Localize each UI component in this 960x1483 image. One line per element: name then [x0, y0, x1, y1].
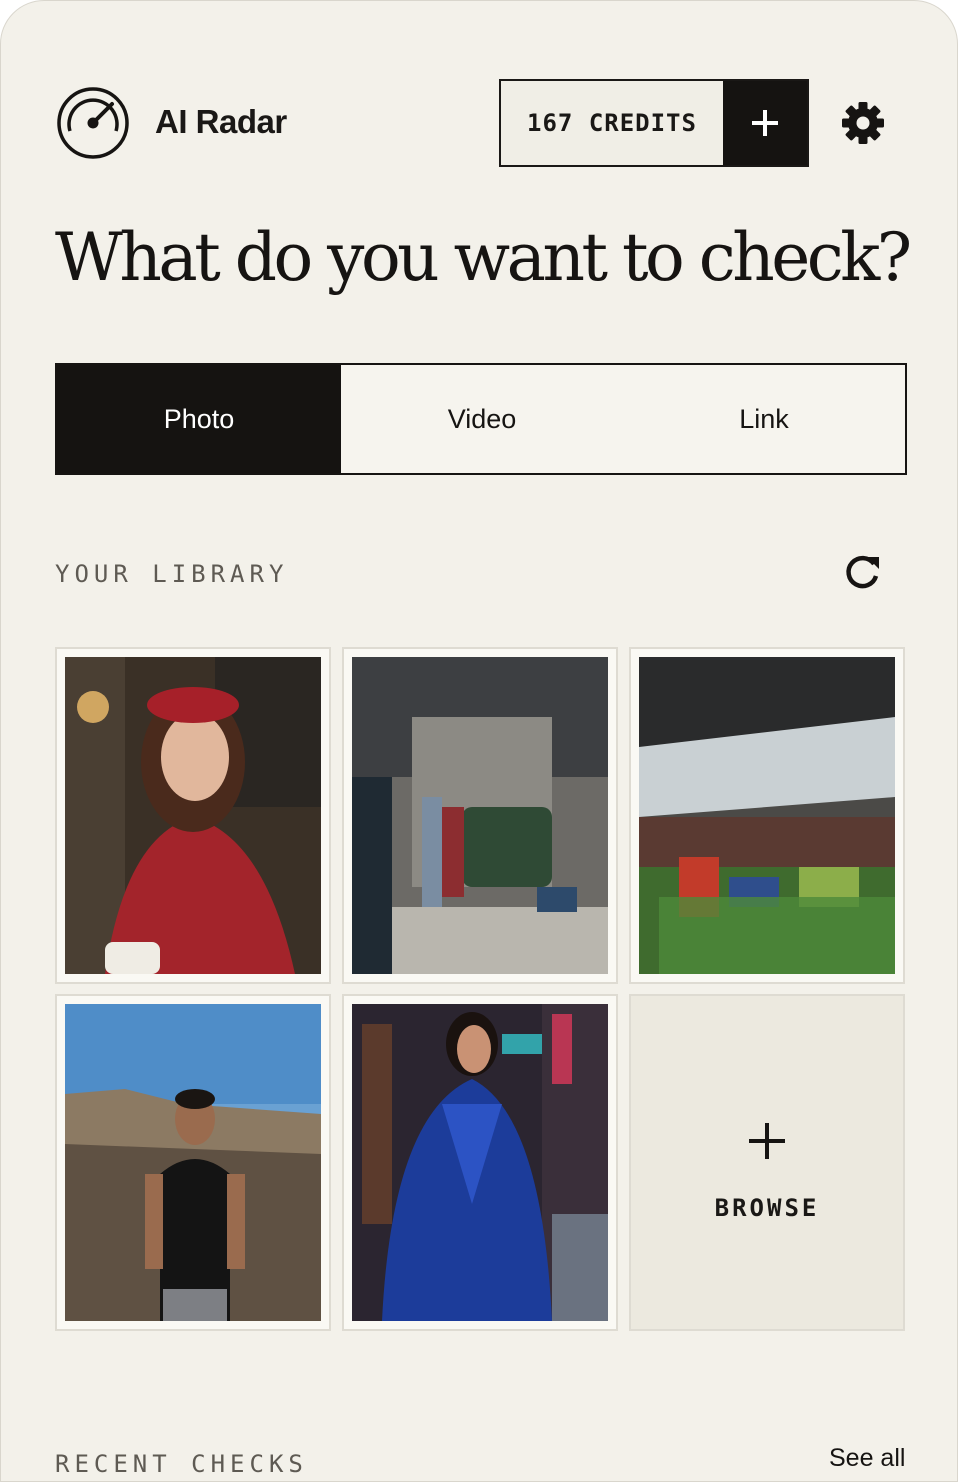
- tab-link[interactable]: Link: [623, 365, 905, 473]
- photo-woman-red-beret: [65, 657, 321, 974]
- media-type-tabs: Photo Video Link: [55, 363, 907, 475]
- tab-video[interactable]: Video: [341, 365, 623, 473]
- photo-covered-market: [639, 657, 895, 974]
- see-all-link[interactable]: See all: [829, 1444, 905, 1473]
- gear-icon: [842, 102, 884, 144]
- tab-photo[interactable]: Photo: [57, 365, 341, 473]
- credits-control: 167 CREDITS: [499, 79, 809, 167]
- add-credits-button[interactable]: [723, 81, 807, 165]
- refresh-button[interactable]: [843, 552, 883, 592]
- library-photo-tile[interactable]: [342, 647, 618, 984]
- settings-button[interactable]: [839, 99, 887, 147]
- photo-man-on-rocks: [65, 1004, 321, 1321]
- library-photo-tile[interactable]: [342, 994, 618, 1331]
- library-photo-tile[interactable]: [55, 994, 331, 1331]
- photo-street-storefront: [352, 657, 608, 974]
- library-photo-tile[interactable]: [55, 647, 331, 984]
- radar-gauge-icon: [56, 86, 130, 160]
- recent-section-label: RECENT CHECKS: [55, 1450, 308, 1478]
- credits-balance[interactable]: 167 CREDITS: [501, 81, 723, 165]
- app-screen: AI Radar 167 CREDITS What do you want to…: [0, 0, 958, 1482]
- plus-icon: [749, 1122, 785, 1159]
- plus-icon: [752, 110, 778, 136]
- app-title: AI Radar: [155, 103, 287, 140]
- refresh-icon: [846, 555, 879, 589]
- photo-woman-blue-coat: [352, 1004, 608, 1321]
- page-headline: What do you want to check?: [55, 219, 912, 296]
- browse-label: BROWSE: [714, 1193, 820, 1222]
- library-photo-tile[interactable]: [629, 647, 905, 984]
- library-section-label: YOUR LIBRARY: [55, 560, 289, 588]
- browse-button[interactable]: BROWSE: [629, 994, 905, 1331]
